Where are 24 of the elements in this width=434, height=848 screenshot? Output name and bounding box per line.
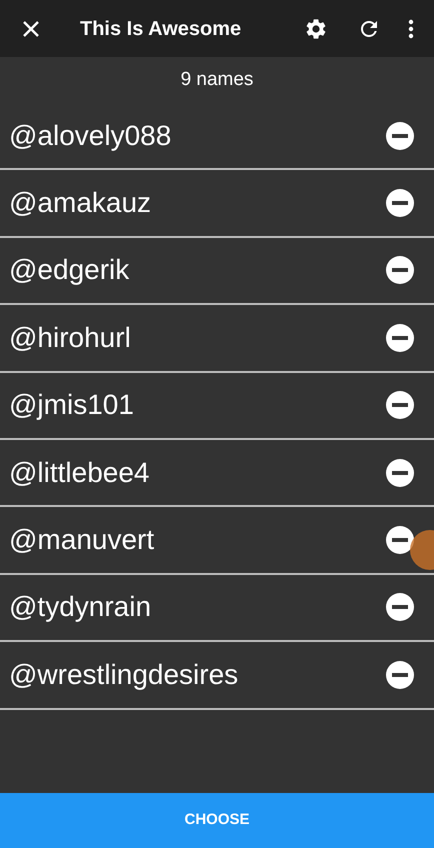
name-label: @tydynrain — [9, 590, 152, 624]
remove-icon[interactable] — [385, 120, 415, 151]
remove-icon[interactable] — [385, 660, 415, 690]
more-options-icon[interactable] — [408, 18, 414, 38]
remove-icon[interactable] — [385, 458, 415, 488]
app-title: This Is Awesome — [80, 16, 242, 42]
settings-icon[interactable] — [304, 16, 328, 40]
name-label: @amakauz — [9, 186, 152, 220]
name-label: @wrestlingdesires — [9, 658, 240, 692]
choose-button[interactable]: CHOOSE — [0, 793, 434, 848]
name-label: @littlebee4 — [9, 456, 151, 490]
name-label: @edgerik — [9, 253, 130, 288]
name-label: @alovely088 — [9, 118, 172, 153]
remove-icon[interactable] — [385, 592, 415, 622]
name-label: @manuvert — [9, 523, 156, 558]
remove-icon[interactable] — [385, 188, 415, 218]
name-label: @jmis101 — [9, 388, 135, 422]
name-count: 9 names — [180, 68, 254, 92]
remove-icon[interactable] — [385, 255, 415, 286]
remove-icon[interactable] — [385, 390, 415, 420]
name-label: @hirohurl — [9, 320, 132, 355]
close-icon[interactable] — [22, 20, 40, 38]
remove-icon[interactable] — [385, 525, 415, 556]
remove-icon[interactable] — [385, 322, 415, 353]
